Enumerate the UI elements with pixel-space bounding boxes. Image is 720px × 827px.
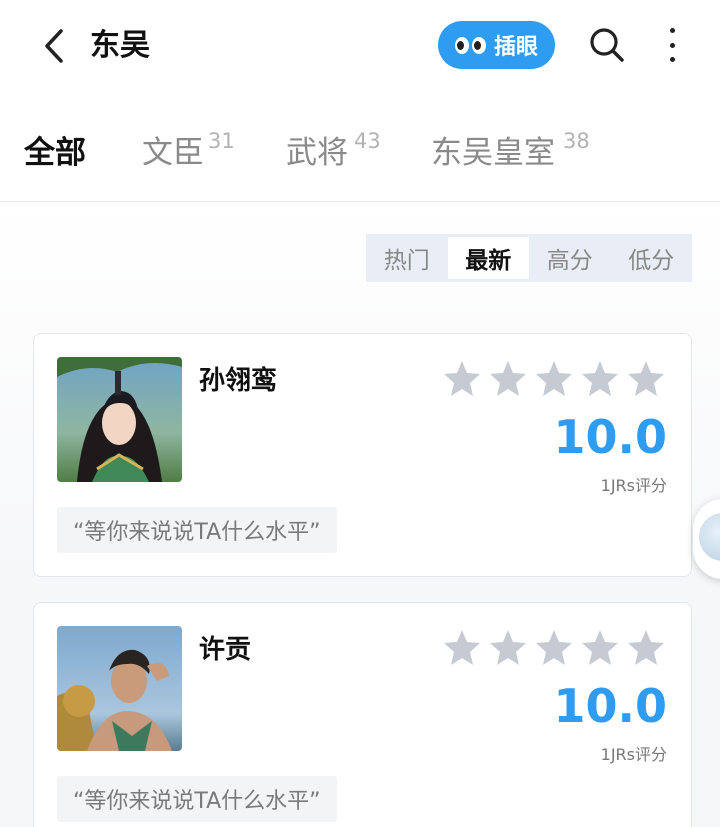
back-arrow-icon [45,29,63,63]
tab-label: 文臣 [142,135,204,171]
character-card[interactable]: 孙翎鸾 10.0 1JRs评分 “等你来说说TA什么水平” [33,333,692,577]
floating-action-button[interactable] [693,499,720,579]
sort-bar: 热门 最新 高分 低分 [366,234,692,282]
content-area: 热门 最新 高分 低分 孙翎鸾 10.0 1JRs评分 “等你来说说TA什么水平… [0,203,720,827]
more-vertical-icon-dot [669,42,675,48]
avatar[interactable] [57,626,182,751]
comment-prompt[interactable]: “等你来说说TA什么水平” [57,776,337,822]
character-card[interactable]: 许贡 10.0 1JRs评分 “等你来说说TA什么水平” [33,602,692,827]
sort-latest[interactable]: 最新 [447,237,529,279]
score: 10.0 [553,410,668,464]
star-icon[interactable] [442,359,482,399]
sort-hot[interactable]: 热门 [366,234,448,282]
star-icon[interactable] [626,359,666,399]
tab-civil-officials[interactable]: 文臣 31 [142,129,235,174]
back-button[interactable] [36,26,72,66]
peek-button[interactable]: 插眼 [438,21,555,69]
sort-low-score[interactable]: 低分 [611,234,693,282]
peek-button-label: 插眼 [493,35,538,60]
tab-label: 东吴皇室 [431,135,555,171]
star-icon[interactable] [442,628,482,668]
rating-count: 1JRs评分 [600,745,667,764]
search-button[interactable] [588,26,626,64]
page-title: 东吴 [90,28,150,63]
tab-count: 43 [354,129,381,153]
tab-all[interactable]: 全部 [24,132,86,174]
star-rating[interactable] [442,628,666,668]
star-icon[interactable] [488,628,528,668]
tab-label: 武将 [286,135,348,171]
tab-count: 31 [208,129,235,153]
tab-count: 38 [563,129,590,153]
character-name: 许贡 [199,635,252,665]
star-rating[interactable] [442,359,666,399]
star-icon[interactable] [580,628,620,668]
star-icon[interactable] [488,359,528,399]
score: 10.0 [553,679,668,733]
more-vertical-icon-dot [669,28,675,33]
more-vertical-icon-dot [669,57,675,62]
tab-generals[interactable]: 武将 43 [286,129,381,174]
character-name: 孙翎鸾 [199,366,278,396]
rating-count: 1JRs评分 [600,476,667,495]
tab-label: 全部 [24,135,86,171]
eyes-icon [454,36,486,54]
star-icon[interactable] [626,628,666,668]
more-options-button[interactable] [660,24,684,66]
sort-high-score[interactable]: 高分 [529,234,611,282]
search-icon [590,28,624,62]
avatar[interactable] [57,357,182,482]
star-icon[interactable] [534,359,574,399]
star-icon[interactable] [580,359,620,399]
app-header: 东吴 插眼 [0,0,720,92]
star-icon[interactable] [534,628,574,668]
tab-royal-family[interactable]: 东吴皇室 38 [431,129,590,174]
comment-prompt[interactable]: “等你来说说TA什么水平” [57,507,337,553]
category-tabs: 全部 文臣 31 武将 43 东吴皇室 38 [0,110,720,202]
